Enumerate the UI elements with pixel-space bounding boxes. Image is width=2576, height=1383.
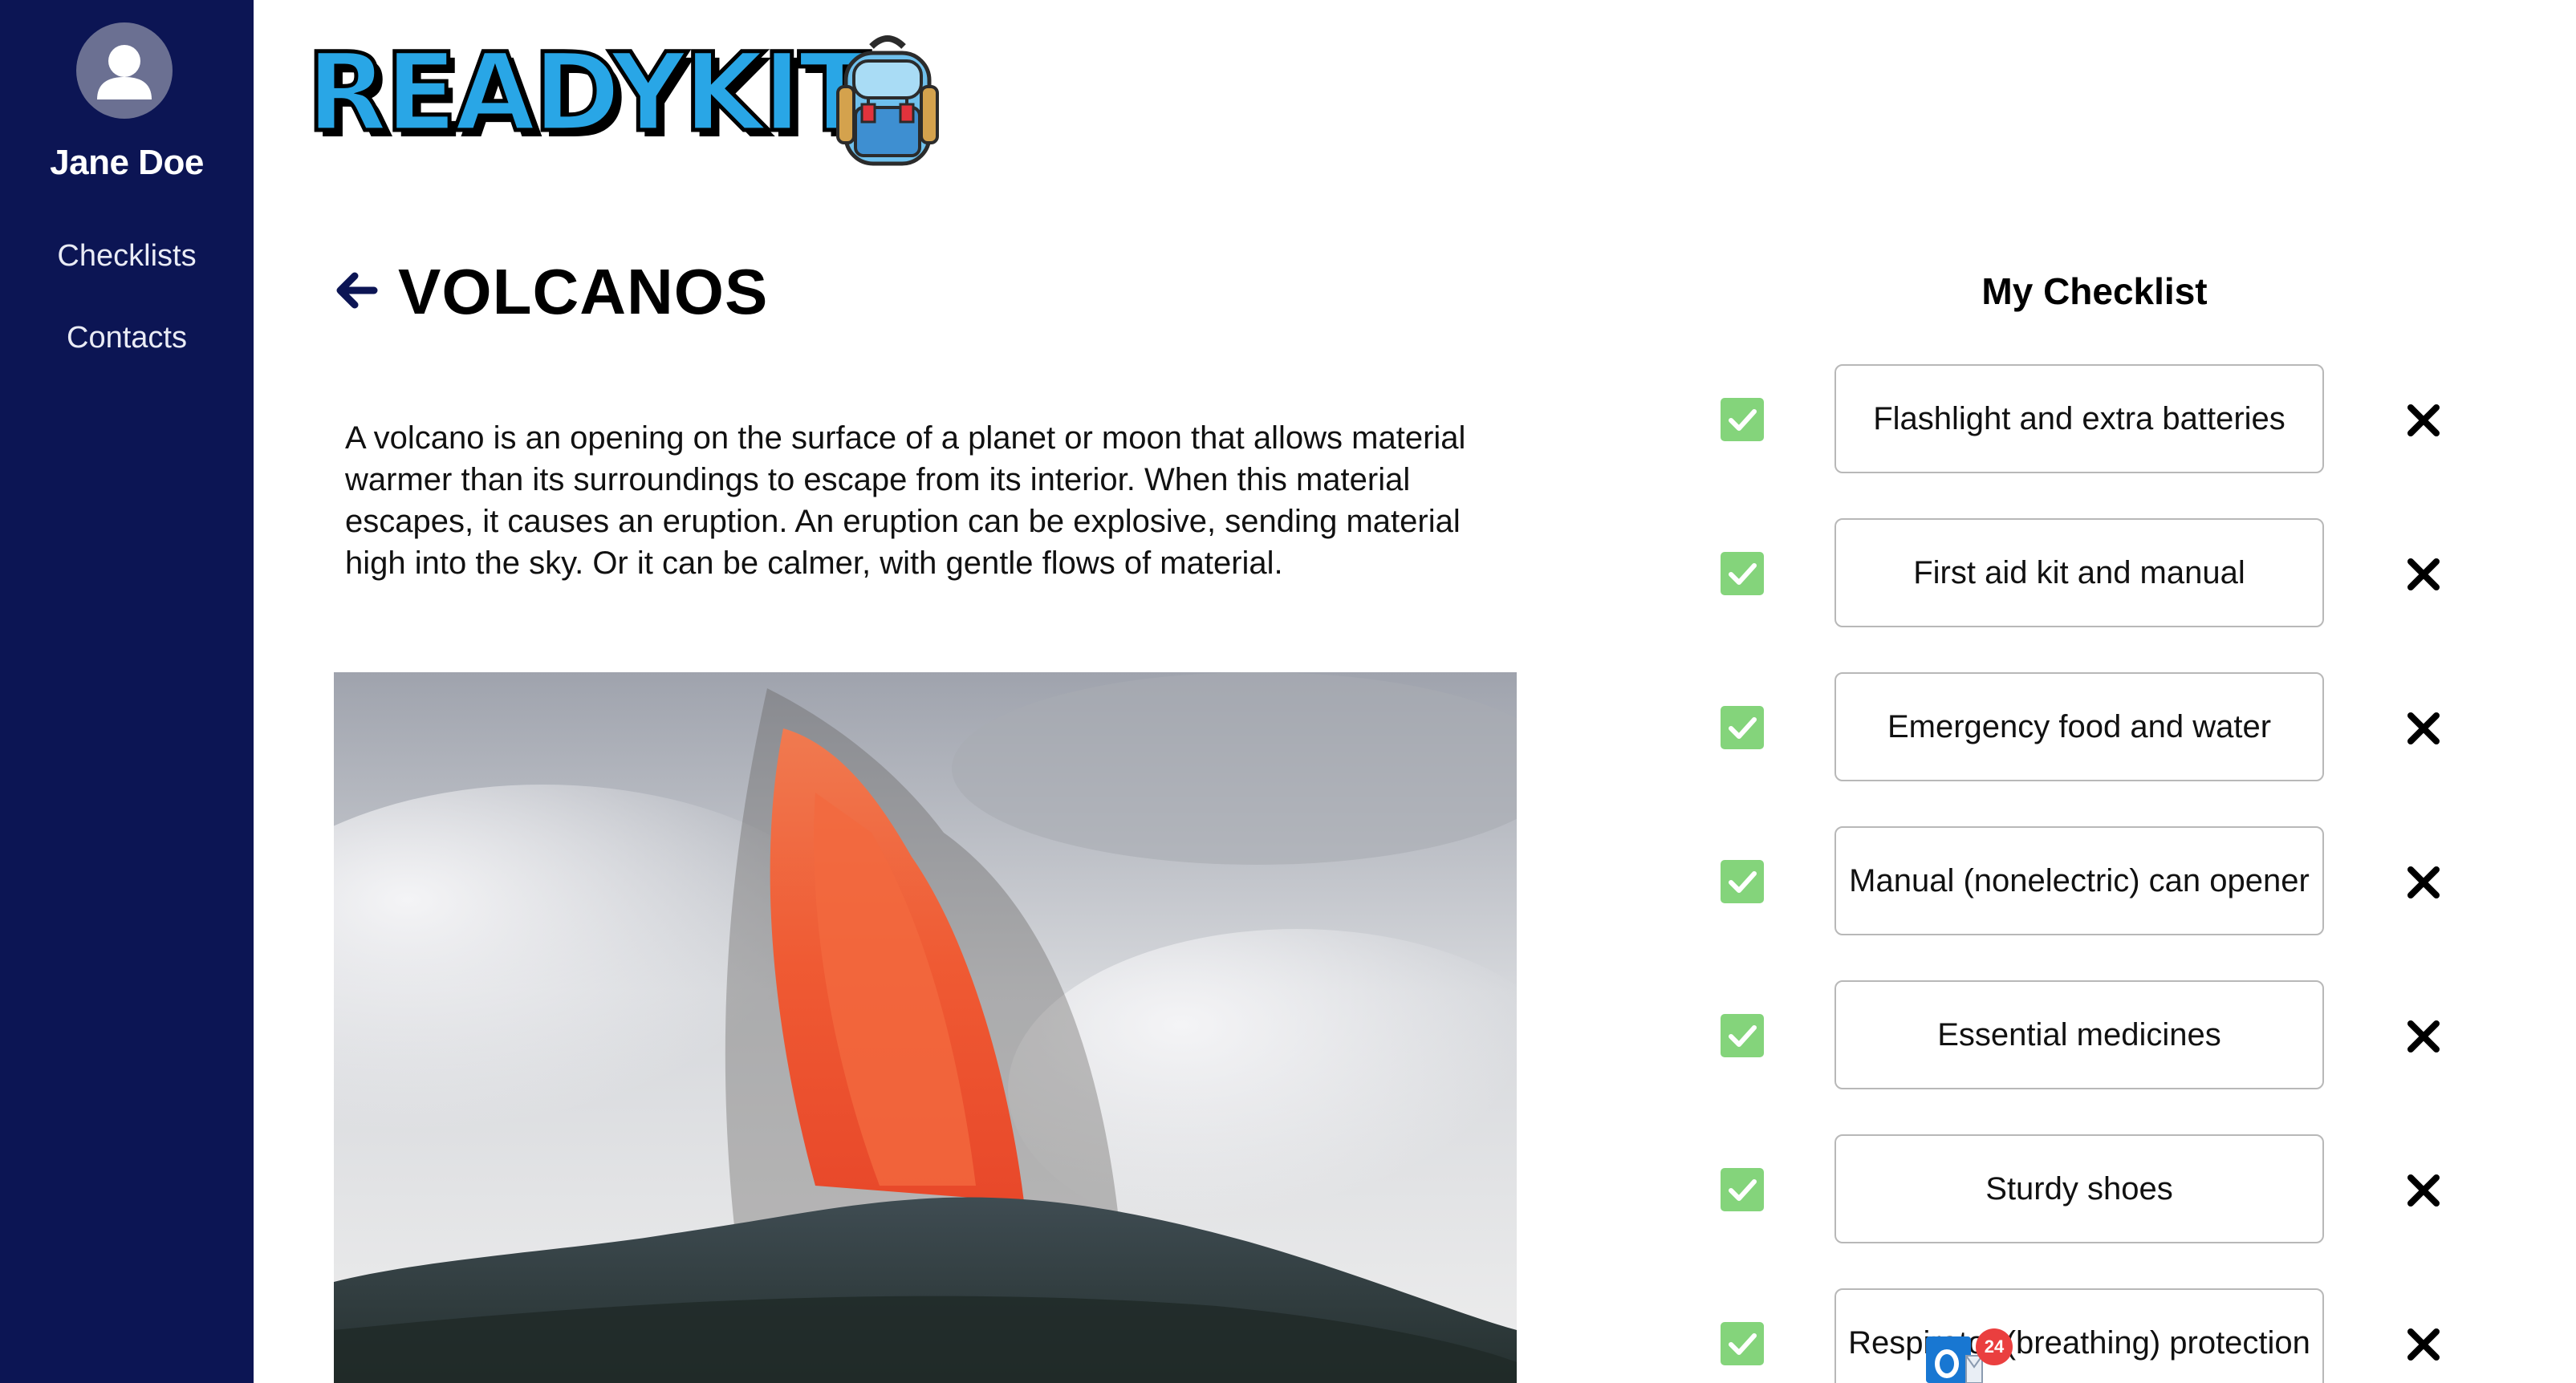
checkmark-icon — [1729, 717, 1757, 739]
checkbox[interactable] — [1721, 860, 1764, 903]
page-title: VOLCANOS — [398, 256, 769, 327]
close-x-icon — [2407, 866, 2440, 898]
close-x-icon — [2407, 1328, 2440, 1361]
backpack-icon — [836, 35, 939, 166]
remove-item-button[interactable] — [2404, 1325, 2443, 1364]
checklist-row: Essential medicines — [1717, 980, 2464, 1089]
checklist-row: Flashlight and extra batteries — [1717, 364, 2464, 473]
checklist-title: My Checklist — [1981, 270, 2208, 312]
volcano-photo — [334, 672, 1517, 1383]
checkbox[interactable] — [1721, 1014, 1764, 1057]
checkbox[interactable] — [1721, 1168, 1764, 1211]
sidebar: Jane Doe Checklists Contacts — [0, 0, 254, 1383]
checklist-row: Sturdy shoes — [1717, 1134, 2464, 1243]
avatar[interactable] — [76, 22, 173, 119]
checkmark-icon — [1729, 1025, 1757, 1047]
close-x-icon — [2407, 404, 2440, 436]
readykit-logo[interactable]: READYKIT — [302, 30, 944, 167]
checklist-item-field[interactable]: Flashlight and extra batteries — [1834, 364, 2324, 473]
checkmark-icon — [1729, 871, 1757, 893]
checkbox[interactable] — [1721, 398, 1764, 441]
sidebar-item-contacts[interactable]: Contacts — [0, 321, 254, 355]
remove-item-button[interactable] — [2404, 709, 2443, 748]
checklist-row: Manual (nonelectric) can opener — [1717, 826, 2464, 935]
sidebar-item-checklists[interactable]: Checklists — [0, 239, 254, 274]
logo-text: READYKIT — [305, 30, 873, 156]
remove-item-button[interactable] — [2404, 555, 2443, 594]
app: Jane Doe Checklists Contacts READYKIT VO… — [0, 0, 2576, 1383]
checklist-row: First aid kit and manual — [1717, 518, 2464, 627]
checklist-item-field[interactable]: Sturdy shoes — [1834, 1134, 2324, 1243]
user-name: Jane Doe — [50, 143, 204, 182]
checkmark-icon — [1729, 409, 1757, 431]
close-x-icon — [2407, 712, 2440, 744]
checklist-item-field[interactable]: Manual (nonelectric) can opener — [1834, 826, 2324, 935]
checklist-item-field[interactable]: Respirator (breathing) protection — [1834, 1288, 2324, 1383]
checklist-item-field[interactable]: Emergency food and water — [1834, 672, 2324, 781]
checkbox[interactable] — [1721, 706, 1764, 749]
arrow-left-icon[interactable] — [331, 265, 382, 316]
remove-item-button[interactable] — [2404, 1017, 2443, 1056]
checklist-row: Respirator (breathing) protection — [1717, 1288, 2464, 1383]
remove-item-button[interactable] — [2404, 401, 2443, 440]
checkbox[interactable] — [1721, 552, 1764, 595]
outlook-dock-icon[interactable] — [1926, 1332, 1984, 1383]
remove-item-button[interactable] — [2404, 863, 2443, 902]
close-x-icon — [2407, 1174, 2440, 1207]
outlook-icon — [1926, 1336, 1983, 1383]
notification-badge: 24 — [1976, 1328, 2013, 1365]
checkmark-icon — [1729, 1333, 1757, 1355]
checklist-item-field[interactable]: First aid kit and manual — [1834, 518, 2324, 627]
checkmark-icon — [1729, 563, 1757, 585]
close-x-icon — [2407, 1020, 2440, 1052]
checkmark-icon — [1729, 1179, 1757, 1201]
remove-item-button[interactable] — [2404, 1171, 2443, 1210]
page-description: A volcano is an opening on the surface o… — [345, 420, 1466, 581]
checklist-item-field[interactable]: Essential medicines — [1834, 980, 2324, 1089]
close-x-icon — [2407, 558, 2440, 590]
user-silhouette-icon — [97, 45, 152, 99]
checklist-row: Emergency food and water — [1717, 672, 2464, 781]
checkbox[interactable] — [1721, 1322, 1764, 1365]
